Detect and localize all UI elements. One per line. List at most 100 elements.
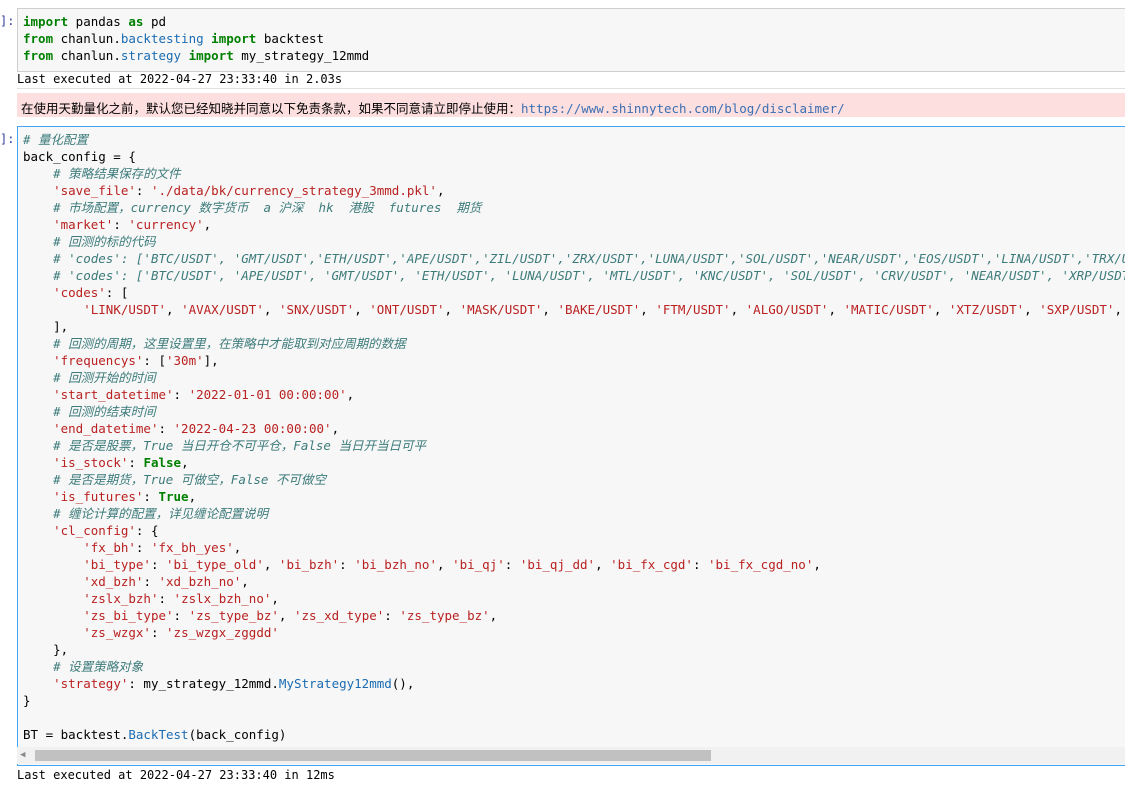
code-token: , <box>828 302 844 317</box>
code-token: , <box>233 540 242 555</box>
scroll-left-arrow-icon[interactable]: ◀ <box>20 750 25 760</box>
code-token: 'ONT/USDT' <box>369 302 445 317</box>
disclaimer-text: 在使用天勤量化之前，默认您已经知晓并同意以下免责条款，如果不同意请立即停止使用： <box>21 101 522 116</box>
code-token: : <box>158 591 174 606</box>
code-line: 'codes': [ <box>23 284 1125 301</box>
code-token: as <box>128 14 144 29</box>
code-token: 'currency' <box>128 217 204 232</box>
code-line: 'xd_bzh': 'xd_bzh_no', <box>23 573 1125 590</box>
code-line: # 是否是股票，True 当日开仓不可平仓，False 当日开当日可平 <box>23 437 1125 454</box>
horizontal-scrollbar[interactable]: ◀ <box>17 747 1125 764</box>
code-token: (back_config) <box>188 727 287 742</box>
code-token: # 策略结果保存的文件 <box>53 166 181 181</box>
code-token: 'SXP/USDT' <box>1039 302 1115 317</box>
code-line: # 'codes': ['BTC/USDT', 'GMT/USDT','ETH/… <box>23 250 1125 267</box>
code-token: , <box>595 557 611 572</box>
code-line: BT = backtest.BackTest(back_config) <box>23 726 1125 743</box>
code-line: } <box>23 692 1125 709</box>
code-token: : <box>339 557 355 572</box>
code-line: import pandas as pd <box>23 13 1125 30</box>
code-token: 'bi_bzh' <box>278 557 340 572</box>
code-token: : <box>384 608 400 623</box>
code-line: back_config = { <box>23 148 1125 165</box>
code-line: 'zs_bi_type': 'zs_type_bz', 'zs_xd_type'… <box>23 607 1125 624</box>
code-token: 'save_file' <box>53 183 136 198</box>
code-token: : [ <box>143 353 166 368</box>
code-token: 'xd_bzh_no' <box>158 574 242 589</box>
code-line: # 回测的标的代码 <box>23 233 1125 250</box>
code-line: # 回测的结束时间 <box>23 403 1125 420</box>
code-token: (), <box>391 676 415 691</box>
code-token: # 市场配置，currency 数字货币 a 沪深 hk 港股 futures … <box>53 200 482 215</box>
code-token: # 回测的标的代码 <box>53 234 156 249</box>
code-token: 'bi_type_old' <box>166 557 264 572</box>
disclaimer-link[interactable]: https://www.shinnytech.com/blog/disclaim… <box>521 101 845 116</box>
code-token: , <box>166 302 182 317</box>
code-line: 'bi_type': 'bi_type_old', 'bi_bzh': 'bi_… <box>23 556 1125 573</box>
code-token: 'zs_wzgx_zggdd' <box>166 625 279 640</box>
code-token: : <box>150 557 167 572</box>
code-token: 'strategy' <box>53 676 129 691</box>
code-token: import <box>23 14 69 29</box>
code-token: back_config = { <box>23 149 136 164</box>
code-token: : <box>113 217 129 232</box>
code-token: 'bi_bzh_no' <box>354 557 437 572</box>
code-cell-2-source[interactable]: # 量化配置 back_config = { # 策略结果保存的文件 'save_… <box>23 131 1125 743</box>
code-token: 'LINK/USDT' <box>83 302 167 317</box>
code-token: 'bi_qj_dd' <box>519 557 596 572</box>
code-cell-1-source[interactable]: import pandas as pd from chanlun.backtest… <box>23 13 1125 64</box>
code-line: 'zs_wzgx': 'zs_wzgx_zggdd' <box>23 624 1125 641</box>
code-token: 'zs_xd_type' <box>293 608 385 623</box>
code-cell-2-input[interactable]: # 量化配置 back_config = { # 策略结果保存的文件 'save_… <box>17 126 1125 766</box>
code-line: from chanlun.backtesting import backtest <box>23 30 1125 47</box>
code-token: : { <box>135 523 159 538</box>
code-token: # 回测的周期，这里设置里，在策略中才能取到对应周期的数据 <box>53 336 406 351</box>
code-token: 'end_datetime' <box>53 421 159 436</box>
code-token: : <box>128 455 144 470</box>
code-token: 'codes' <box>53 285 106 300</box>
code-token: ], <box>23 319 69 334</box>
code-token: 'is_futures' <box>53 489 144 504</box>
code-token: 'start_datetime' <box>53 387 174 402</box>
code-line: 'LINK/USDT', 'AVAX/USDT', 'SNX/USDT', 'O… <box>23 301 1125 318</box>
code-token: from <box>23 31 54 46</box>
code-token: , <box>271 591 279 606</box>
code-line: # 回测的周期，这里设置里，在策略中才能取到对应周期的数据 <box>23 335 1125 352</box>
code-token: 'zslx_bzh' <box>83 591 159 606</box>
code-token: , <box>181 455 189 470</box>
code-token: , <box>278 608 294 623</box>
code-line: # 量化配置 <box>23 131 1125 148</box>
code-cell-1-input[interactable]: import pandas as pd from chanlun.backtest… <box>17 8 1125 72</box>
scrollbar-thumb[interactable] <box>35 750 711 761</box>
cell-2-execution-status: Last executed at 2022-04-27 23:33:40 in … <box>17 768 335 782</box>
code-token: : <box>692 557 708 572</box>
code-token: chanlun. <box>53 48 121 63</box>
code-token: BT = backtest. <box>23 727 129 742</box>
code-token: 'MASK/USDT' <box>459 302 543 317</box>
code-token: : <box>158 421 174 436</box>
code-token: 'XTZ/USDT' <box>948 302 1025 317</box>
code-token: # 设置策略对象 <box>53 659 144 674</box>
code-token: chanlun. <box>53 31 121 46</box>
code-token: : my_strategy_12mmd. <box>128 676 279 691</box>
code-token: # 'codes': ['BTC/USDT', 'GMT/USDT','ETH/… <box>53 251 1125 266</box>
code-token: , <box>436 183 445 198</box>
code-line: 'end_datetime': '2022-04-23 00:00:00', <box>23 420 1125 437</box>
